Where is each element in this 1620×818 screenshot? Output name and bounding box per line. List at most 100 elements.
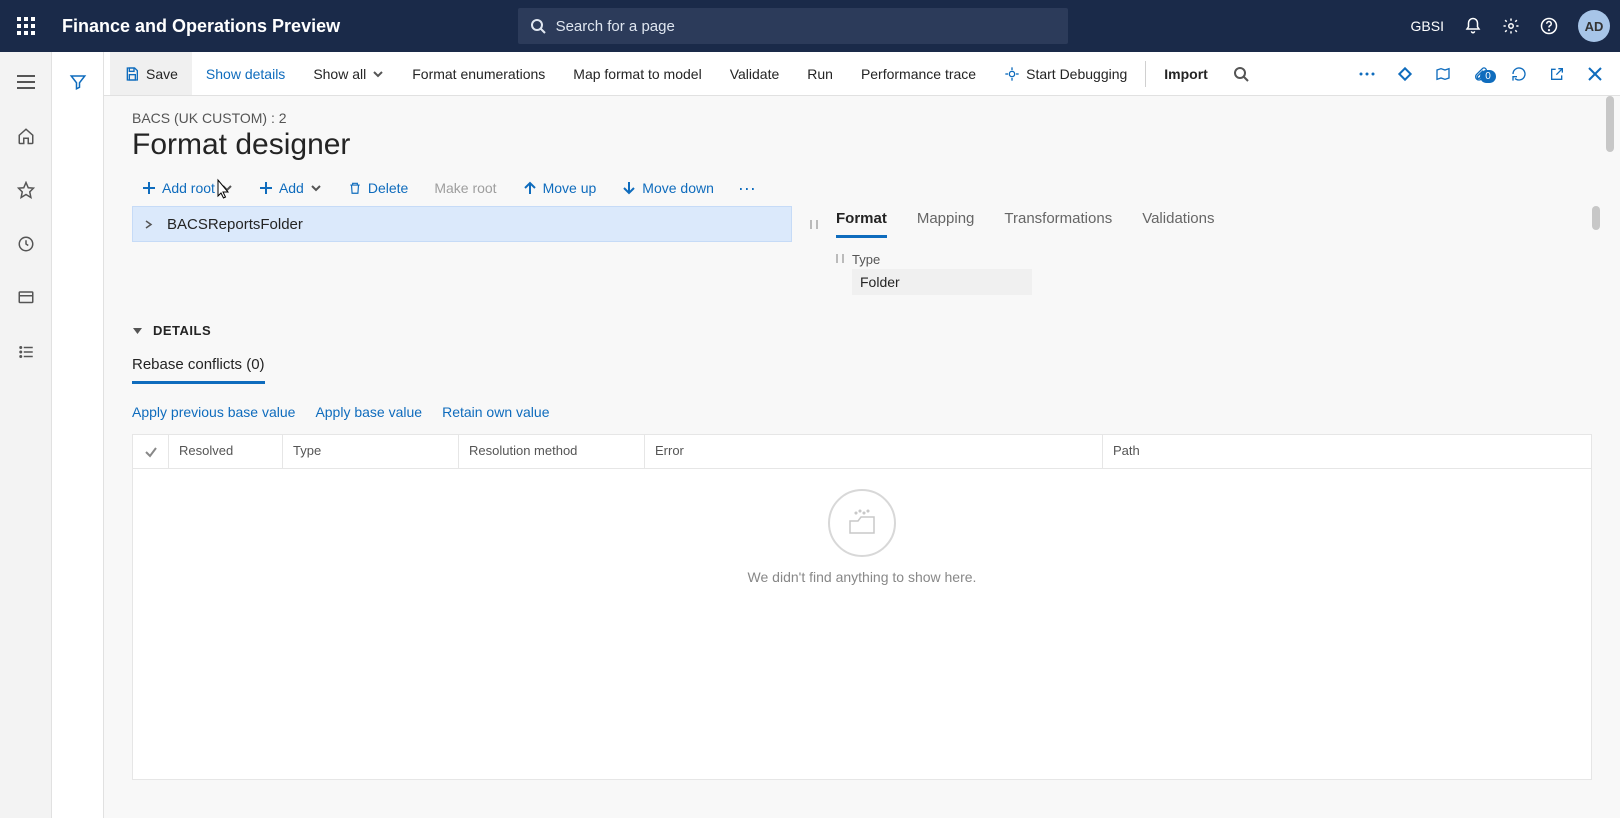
avatar[interactable]: AD xyxy=(1578,10,1610,42)
caret-right-icon[interactable] xyxy=(139,220,157,229)
tree-panel: BACSReportsFolder xyxy=(132,206,792,295)
apply-base-value-link[interactable]: Apply base value xyxy=(315,404,422,420)
top-bar: Finance and Operations Preview GBSI AD xyxy=(0,0,1620,52)
show-all-button[interactable]: Show all xyxy=(299,52,398,95)
help-icon[interactable] xyxy=(1540,17,1558,35)
modules-icon[interactable] xyxy=(8,334,44,370)
popout-icon[interactable] xyxy=(1538,66,1576,82)
col-type[interactable]: Type xyxy=(283,435,459,468)
waffle-icon[interactable] xyxy=(10,10,42,42)
chevron-down-icon xyxy=(221,182,233,194)
arrow-down-icon xyxy=(622,181,636,195)
col-resolved[interactable]: Resolved xyxy=(169,435,283,468)
trash-icon xyxy=(348,181,362,195)
tab-mapping[interactable]: Mapping xyxy=(917,206,975,238)
make-root-button: Make root xyxy=(424,176,506,200)
search-icon xyxy=(530,18,546,34)
home-icon[interactable] xyxy=(8,118,44,154)
tree-toolbar: Add root Add Delete Make root Move up xyxy=(132,176,1592,200)
empty-state-text: We didn't find anything to show here. xyxy=(748,569,977,585)
search-input[interactable] xyxy=(556,18,1056,35)
move-up-button[interactable]: Move up xyxy=(513,176,607,200)
move-up-label: Move up xyxy=(543,180,597,196)
delete-button[interactable]: Delete xyxy=(338,176,418,200)
conflicts-grid: Resolved Type Resolution method Error Pa… xyxy=(132,434,1592,780)
debug-icon xyxy=(1004,66,1020,82)
caret-down-icon[interactable] xyxy=(132,325,143,336)
subtab-rebase-conflicts[interactable]: Rebase conflicts (0) xyxy=(132,354,265,384)
attach-badge: 0 xyxy=(1480,70,1496,83)
add-button[interactable]: Add xyxy=(249,176,332,200)
close-icon[interactable] xyxy=(1576,67,1614,81)
filter-rail xyxy=(52,52,104,818)
col-error[interactable]: Error xyxy=(645,435,1103,468)
funnel-icon[interactable] xyxy=(60,64,96,100)
col-resolution-method[interactable]: Resolution method xyxy=(459,435,645,468)
add-label: Add xyxy=(279,180,304,196)
empty-state-icon xyxy=(828,489,896,557)
splitter-vertical[interactable] xyxy=(810,206,818,242)
tab-format[interactable]: Format xyxy=(836,206,887,238)
plus-icon xyxy=(142,181,156,195)
show-all-label: Show all xyxy=(313,66,366,82)
show-details-button[interactable]: Show details xyxy=(192,52,299,95)
tab-transformations[interactable]: Transformations xyxy=(1004,206,1112,238)
arrow-up-icon xyxy=(523,181,537,195)
clock-icon[interactable] xyxy=(8,226,44,262)
apply-previous-base-value-link[interactable]: Apply previous base value xyxy=(132,404,295,420)
diamond-icon[interactable] xyxy=(1386,66,1424,82)
bell-icon[interactable] xyxy=(1464,17,1482,35)
page-scrollbar[interactable] xyxy=(1606,96,1614,152)
tab-strip: Format Mapping Transformations Validatio… xyxy=(836,206,1592,238)
refresh-icon[interactable] xyxy=(1500,66,1538,82)
save-label: Save xyxy=(146,66,178,82)
tree-node[interactable]: BACSReportsFolder xyxy=(132,206,792,242)
map-marker-icon[interactable] xyxy=(1424,66,1462,82)
divider xyxy=(1145,61,1146,87)
type-label: Type xyxy=(852,252,1032,267)
company-code[interactable]: GBSI xyxy=(1411,18,1444,34)
search-box[interactable] xyxy=(518,8,1068,44)
more-actions-icon[interactable] xyxy=(1348,71,1386,77)
breadcrumb: BACS (UK CUSTOM) : 2 xyxy=(132,110,1592,126)
add-root-label: Add root xyxy=(162,180,215,196)
save-button[interactable]: Save xyxy=(110,52,192,95)
import-button[interactable]: Import xyxy=(1150,52,1222,95)
start-debugging-button[interactable]: Start Debugging xyxy=(990,52,1141,95)
workspace-icon[interactable] xyxy=(8,280,44,316)
properties-panel: Format Mapping Transformations Validatio… xyxy=(836,206,1592,295)
grid-select-all[interactable] xyxy=(133,435,169,468)
save-icon xyxy=(124,66,140,82)
app-title: Finance and Operations Preview xyxy=(62,16,340,37)
left-rail xyxy=(0,52,52,818)
col-path[interactable]: Path xyxy=(1103,435,1591,468)
action-bar: Save Show details Show all Format enumer… xyxy=(104,52,1620,96)
details-section: DETAILS Rebase conflicts (0) Apply previ… xyxy=(132,323,1592,780)
search-action-icon[interactable] xyxy=(1222,52,1260,95)
move-down-button[interactable]: Move down xyxy=(612,176,724,200)
page-title: Format designer xyxy=(132,128,1592,162)
start-debugging-label: Start Debugging xyxy=(1026,66,1127,82)
splitter-vertical-2[interactable] xyxy=(836,246,844,270)
chevron-down-icon xyxy=(372,68,384,80)
validate-button[interactable]: Validate xyxy=(716,52,794,95)
format-enumerations-button[interactable]: Format enumerations xyxy=(398,52,559,95)
details-heading: DETAILS xyxy=(153,323,211,338)
retain-own-value-link[interactable]: Retain own value xyxy=(442,404,549,420)
map-format-button[interactable]: Map format to model xyxy=(559,52,715,95)
hamburger-icon[interactable] xyxy=(8,64,44,100)
tree-more-icon[interactable]: ··· xyxy=(730,178,764,199)
plus-icon xyxy=(259,181,273,195)
tab-validations[interactable]: Validations xyxy=(1142,206,1214,238)
properties-scrollbar[interactable] xyxy=(1592,206,1600,230)
chevron-down-icon xyxy=(310,182,322,194)
run-button[interactable]: Run xyxy=(793,52,847,95)
attach-icon[interactable]: 0 xyxy=(1462,66,1500,82)
tree-node-label: BACSReportsFolder xyxy=(167,216,303,233)
gear-icon[interactable] xyxy=(1502,17,1520,35)
performance-trace-button[interactable]: Performance trace xyxy=(847,52,990,95)
star-icon[interactable] xyxy=(8,172,44,208)
delete-label: Delete xyxy=(368,180,408,196)
add-root-button[interactable]: Add root xyxy=(132,176,243,200)
type-input[interactable] xyxy=(852,269,1032,295)
